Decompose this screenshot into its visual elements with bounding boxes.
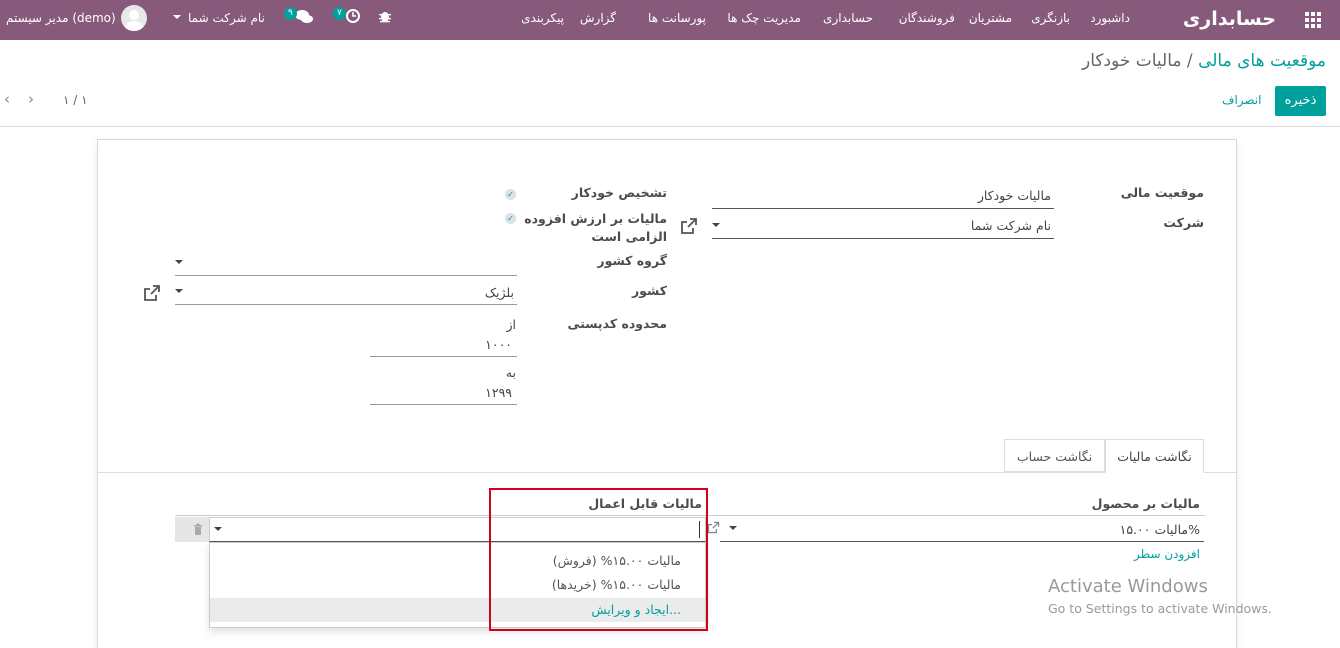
breadcrumb-parent[interactable]: موقعیت های مالی	[1198, 51, 1326, 71]
trash-icon	[194, 523, 202, 535]
zip-from-label: از	[506, 317, 516, 332]
chevron-down-icon[interactable]	[214, 527, 222, 531]
chat-icon[interactable]	[294, 0, 314, 40]
breadcrumb: موقعیت های مالی / مالیات خودکار	[1082, 51, 1326, 71]
country-underline	[175, 304, 517, 305]
tab-account-mapping[interactable]: نگاشت حساب	[1004, 439, 1105, 472]
save-button[interactable]: ذخیره	[1275, 86, 1326, 116]
delete-row-button[interactable]	[175, 517, 209, 542]
menu-review[interactable]: بازنگری	[1031, 0, 1070, 40]
chevron-down-icon[interactable]	[729, 526, 737, 530]
bug-icon[interactable]	[378, 0, 392, 40]
avatar[interactable]	[121, 5, 147, 31]
clock-icon[interactable]	[345, 0, 361, 40]
auto-detect-label: تشخیص خودکار	[571, 185, 667, 200]
chevron-left-icon[interactable]: ‹	[4, 90, 10, 108]
zip-to-label: به	[505, 365, 516, 380]
windows-activation-subtitle: Go to Settings to activate Windows.	[1048, 601, 1272, 616]
company-field[interactable]: نام شرکت شما	[971, 218, 1051, 233]
country-group-label: گروه کشور	[597, 253, 667, 268]
menu-commissions[interactable]: پورسانت ها	[648, 0, 706, 40]
breadcrumb-current: مالیات خودکار	[1081, 51, 1182, 71]
chevron-down-icon[interactable]	[175, 260, 183, 264]
add-line-link[interactable]: افزودن سطر	[1134, 547, 1200, 561]
company-switcher[interactable]: نام شرکت شما	[188, 0, 265, 40]
fiscal-position-underline	[712, 208, 1054, 209]
control-panel-divider	[0, 126, 1340, 127]
top-navbar: حسابداری داشبورد بازنگری مشتریان فروشندگ…	[0, 0, 1340, 40]
company-label: شرکت	[1163, 215, 1204, 230]
tab-tax-mapping[interactable]: نگاشت مالیات	[1105, 439, 1204, 473]
external-link-icon[interactable]	[143, 284, 161, 302]
menu-reporting[interactable]: گزارش	[580, 0, 616, 40]
windows-activation-title: Activate Windows	[1048, 576, 1208, 597]
menu-accounting[interactable]: حسابداری	[823, 0, 873, 40]
apps-grid-icon[interactable]	[1304, 0, 1322, 40]
messages-badge: ۹	[284, 7, 297, 20]
zip-from-underline	[370, 356, 517, 357]
product-tax-column-header[interactable]: مالیات بر محصول	[1092, 496, 1200, 511]
external-link-icon[interactable]	[680, 217, 698, 235]
vat-required-checkbox[interactable]: ✓	[505, 213, 516, 224]
menu-dashboard[interactable]: داشبورد	[1090, 0, 1130, 40]
menu-vendors[interactable]: فروشندگان	[899, 0, 955, 40]
discard-button[interactable]: انصراف	[1222, 93, 1261, 107]
vat-required-label-line2: الزامی است	[591, 229, 667, 244]
zip-to-underline	[370, 404, 517, 405]
country-field[interactable]: بلژیک	[485, 285, 514, 300]
fiscal-position-name-field[interactable]: مالیات خودکار	[978, 188, 1051, 203]
product-tax-underline	[720, 541, 1204, 542]
activities-badge: ۷	[333, 7, 346, 20]
company-underline	[712, 238, 1054, 239]
highlight-annotation-box	[489, 488, 708, 631]
zip-to-field[interactable]: ۱۲۹۹	[485, 385, 512, 400]
zip-range-label: محدوده کدپستی	[567, 316, 667, 331]
vat-required-label-line1: مالیات بر ارزش افزوده	[524, 211, 667, 226]
fiscal-position-label: موقعیت مالی	[1120, 185, 1204, 200]
menu-check-management[interactable]: مدیریت چک ها	[727, 0, 801, 40]
external-link-icon[interactable]	[707, 521, 720, 534]
chevron-down-icon[interactable]	[175, 289, 183, 293]
country-label: کشور	[631, 283, 667, 298]
menu-configuration[interactable]: پیکربندی	[521, 0, 564, 40]
breadcrumb-separator: /	[1186, 51, 1193, 71]
chevron-down-icon[interactable]	[712, 223, 720, 227]
product-tax-cell[interactable]: مالیات ۱۵.۰۰%	[1120, 522, 1200, 537]
menu-customers[interactable]: مشتریان	[969, 0, 1012, 40]
pager-value[interactable]: ۱ / ۱	[63, 93, 88, 107]
vat-required-label: مالیات بر ارزش افزوده الزامی است	[524, 210, 667, 246]
auto-detect-checkbox[interactable]: ✓	[505, 189, 516, 200]
chevron-right-icon[interactable]: ›	[28, 90, 34, 108]
country-group-underline	[175, 275, 517, 276]
user-menu[interactable]: مدیر سیستم (demo)	[6, 0, 116, 40]
zip-from-field[interactable]: ۱۰۰۰	[485, 337, 512, 352]
app-brand[interactable]: حسابداری	[1183, 0, 1276, 40]
chevron-down-icon[interactable]	[173, 15, 181, 19]
